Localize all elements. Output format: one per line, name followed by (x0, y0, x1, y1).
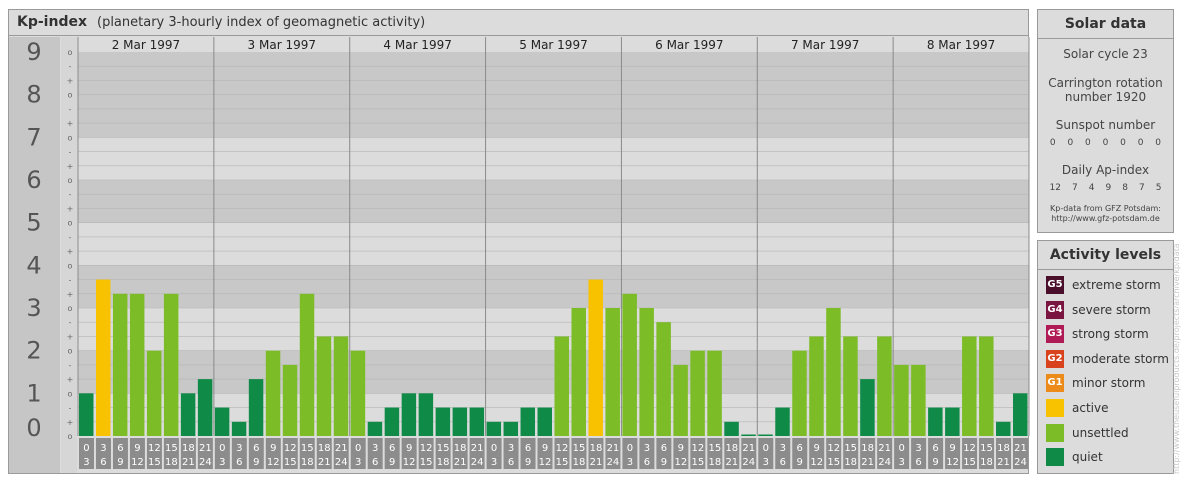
sunspot-values: 0 0 0 0 0 0 0 (1038, 138, 1173, 148)
activity-swatch (1046, 423, 1064, 442)
sunspot-value-1: 0 (1049, 138, 1056, 148)
activity-levels-header: Activity levels (1038, 241, 1173, 270)
source-line2: http://www.gfz-potsdam.de (1051, 214, 1160, 223)
chart-title: Kp-index (17, 14, 87, 30)
activity-label: quiet (1072, 450, 1103, 465)
activity-label: active (1072, 401, 1109, 415)
chart-subtitle: (planetary 3-hourly index of geomagnetic… (97, 15, 426, 30)
chart-title-bar: Kp-index (planetary 3-hourly index of ge… (8, 9, 1029, 36)
activity-level-moderate-storm: G2 moderate storm (1046, 349, 1169, 369)
activity-label: minor storm (1072, 376, 1146, 391)
sunspot-value-5: 0 (1120, 138, 1126, 148)
solar-data-header: Solar data (1038, 10, 1173, 39)
activity-level-strong-storm: G3 strong storm (1046, 324, 1149, 344)
activity-swatch: G4 (1046, 300, 1064, 319)
sunspot-label: Sunspot number (1055, 118, 1156, 132)
ap-value-7: 5 (1155, 183, 1162, 193)
solar-cycle: Solar cycle 23 (1063, 47, 1148, 61)
activity-level-extreme-storm: G5 extreme storm (1046, 275, 1161, 295)
solar-data-panel: Solar data Solar cycle 23 Carrington rot… (1037, 9, 1174, 233)
activity-label: moderate storm (1072, 351, 1169, 366)
activity-levels-panel: Activity levels G5 extreme storm G4 severe … (1037, 240, 1174, 474)
activity-label: strong storm (1072, 327, 1149, 342)
activity-swatch (1046, 399, 1064, 417)
sunspot-value-6: 0 (1137, 138, 1144, 148)
ap-value-1: 12 (1049, 183, 1061, 193)
activity-swatch: G5 (1046, 276, 1064, 294)
activity-level-minor-storm: G1 minor storm (1046, 373, 1145, 393)
source-line1: Kp-data from GFZ Potsdam: (1050, 204, 1161, 213)
ap-value-6: 7 (1138, 183, 1145, 193)
ap-value-5: 8 (1122, 183, 1128, 193)
ap-value-2: 7 (1071, 183, 1078, 193)
activity-swatch: G2 (1046, 349, 1064, 368)
activity-level-severe-storm: G4 severe storm (1046, 300, 1151, 320)
activity-label: extreme storm (1072, 278, 1161, 292)
sunspot-value-7: 0 (1155, 138, 1162, 148)
ap-value-4: 9 (1105, 183, 1112, 193)
activity-level-unsettled: unsettled (1046, 423, 1129, 443)
ap-value-3: 4 (1088, 183, 1095, 193)
sunspot-value-2: 0 (1067, 138, 1074, 148)
activity-level-active: active (1046, 398, 1108, 418)
sunspot-value-3: 0 (1085, 138, 1091, 148)
ap-values: 12 7 4 9 8 7 5 (1038, 183, 1173, 193)
watermark-url: http://www.theusefulproducts.de/projects… (1172, 243, 1181, 474)
activity-label: unsettled (1072, 425, 1129, 440)
activity-swatch: G3 (1046, 325, 1064, 344)
carrington-line2: number 1920 (1064, 90, 1147, 104)
activity-swatch (1046, 448, 1064, 467)
sunspot-value-4: 0 (1102, 138, 1109, 148)
activity-swatch: G1 (1046, 374, 1064, 393)
ap-label: Daily Ap-index (1061, 163, 1150, 177)
activity-level-quiet: quiet (1046, 447, 1103, 467)
carrington-line1: Carrington rotation (1048, 76, 1163, 90)
kp-chart-panel (8, 9, 1029, 474)
activity-label: severe storm (1072, 302, 1151, 317)
